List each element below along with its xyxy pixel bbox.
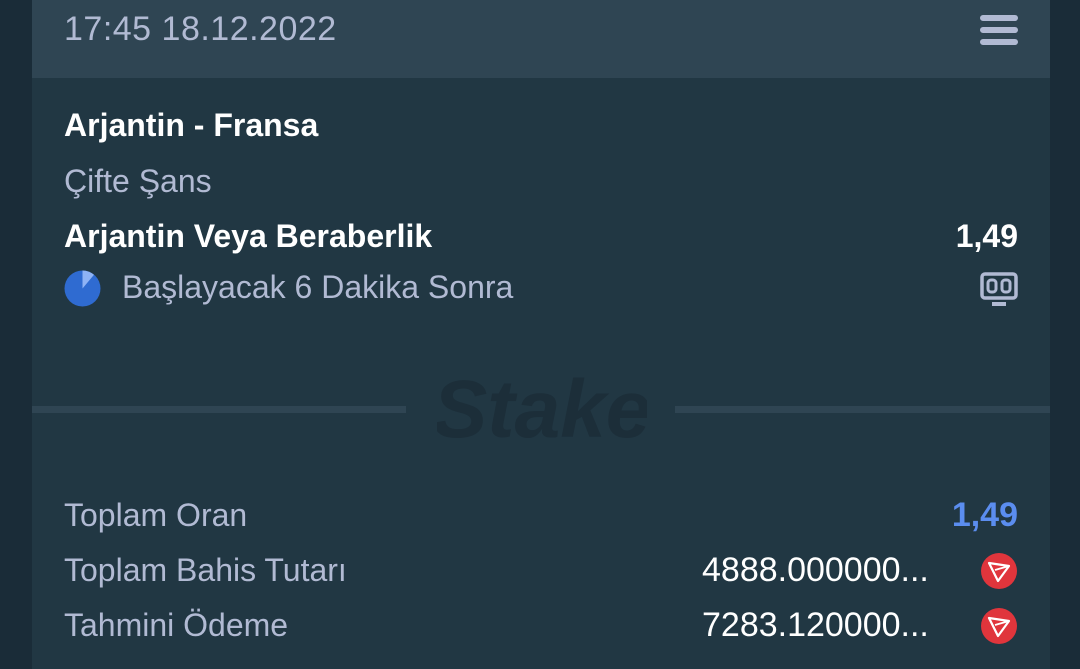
estimated-payout-value: 7283.120000... <box>702 606 929 644</box>
svg-text:Stake: Stake <box>437 364 647 455</box>
divider-right <box>675 406 1050 413</box>
selection-name: Arjantin Veya Beraberlik <box>64 218 433 254</box>
tron-icon <box>981 553 1017 589</box>
menu-icon[interactable] <box>980 15 1018 45</box>
clock-pie-icon <box>64 270 101 307</box>
selection-odds: 1,49 <box>955 218 1018 254</box>
total-odds-value: 1,49 <box>951 496 1018 534</box>
scoreboard-icon[interactable] <box>980 272 1018 308</box>
bet-slip-header: 17:45 18.12.2022 <box>32 0 1050 78</box>
bet-datetime: 17:45 18.12.2022 <box>64 10 337 48</box>
match-title[interactable]: Arjantin - Fransa <box>64 107 318 144</box>
divider-left <box>32 406 406 413</box>
bet-slip-card: 17:45 18.12.2022 Arjantin - Fransa Çifte… <box>32 0 1050 669</box>
match-status: Başlayacak 6 Dakika Sonra <box>122 269 514 305</box>
estimated-payout-label: Tahmini Ödeme <box>64 607 289 643</box>
total-stake-label: Toplam Bahis Tutarı <box>64 552 347 588</box>
stake-watermark-logo: Stake <box>437 364 647 455</box>
total-stake-value: 4888.000000... <box>702 551 929 589</box>
market-name: Çifte Şans <box>64 163 212 199</box>
tron-icon <box>981 608 1017 644</box>
total-odds-label: Toplam Oran <box>64 497 248 533</box>
